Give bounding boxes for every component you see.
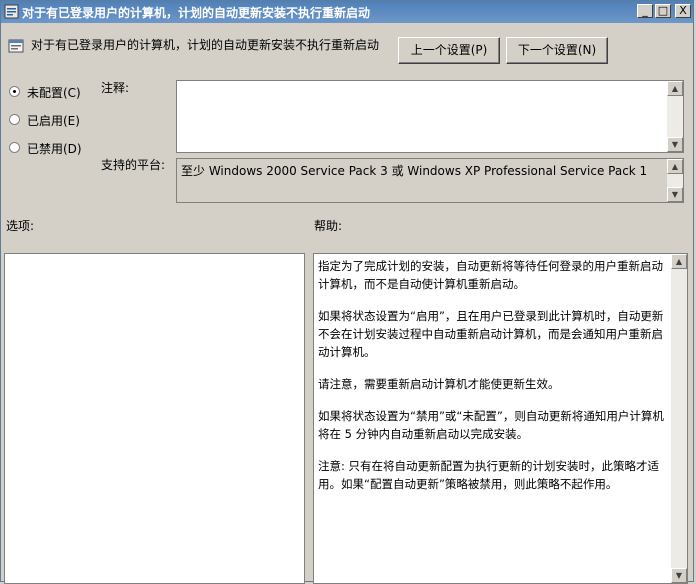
- scroll-up-icon[interactable]: ▲: [667, 159, 683, 174]
- radio-selected-icon[interactable]: [9, 86, 20, 97]
- help-paragraph: 注意: 只有在将自动更新配置为执行更新的计划安装时，此策略才适用。如果“配置自动…: [318, 459, 660, 491]
- options-panel: [4, 253, 305, 584]
- minimize-button[interactable]: _: [637, 4, 653, 18]
- radio-unselected-icon[interactable]: [9, 114, 20, 125]
- platform-label: 支持的平台:: [101, 158, 166, 172]
- scroll-up-icon[interactable]: ▲: [671, 254, 687, 269]
- radio-not-configured-label: 未配置(C): [27, 86, 81, 100]
- policy-setting-icon: [8, 39, 24, 53]
- maximize-button[interactable]: □: [655, 4, 671, 18]
- policy-name: 对于有已登录用户的计算机，计划的自动更新安装不执行重新启动: [31, 38, 380, 52]
- next-setting-button[interactable]: 下一个设置(N): [506, 37, 608, 64]
- previous-setting-button[interactable]: 上一个设置(P): [398, 37, 500, 64]
- help-paragraph: 请注意，需要重新启动计算机才能使更新生效。: [318, 377, 560, 391]
- policy-window: 对于有已登录用户的计算机，计划的自动更新安装不执行重新启动 _ □ X 对于有已…: [0, 0, 694, 584]
- window-title: 对于有已登录用户的计算机，计划的自动更新安装不执行重新启动: [22, 6, 371, 20]
- notes-input[interactable]: ▲ ▼: [176, 80, 684, 153]
- platform-scrollbar[interactable]: ▲ ▼: [667, 159, 683, 202]
- scroll-down-icon[interactable]: ▼: [667, 187, 683, 202]
- scroll-down-icon[interactable]: ▼: [667, 137, 683, 152]
- help-paragraph: 如果将状态设置为“禁用”或“未配置”，则自动更新将通知用户计算机将在 5 分钟内…: [318, 409, 664, 441]
- radio-disabled-label: 已禁用(D): [27, 142, 82, 156]
- platform-field: 至少 Windows 2000 Service Pack 3 或 Windows…: [176, 158, 684, 203]
- help-text: 指定为了完成计划的安装，自动更新将等待任何登录的用户重新启动计算机，而不是自动使…: [318, 257, 668, 507]
- help-scrollbar[interactable]: ▲ ▼: [671, 254, 687, 583]
- help-paragraph: 指定为了完成计划的安装，自动更新将等待任何登录的用户重新启动计算机，而不是自动使…: [318, 259, 663, 291]
- help-paragraph: 如果将状态设置为“启用”，且在用户已登录到此计算机时，自动更新不会在计划安装过程…: [318, 309, 664, 359]
- platform-value: 至少 Windows 2000 Service Pack 3 或 Windows…: [181, 164, 648, 178]
- scroll-up-icon[interactable]: ▲: [667, 81, 683, 96]
- notes-scrollbar[interactable]: ▲ ▼: [667, 81, 683, 152]
- help-label: 帮助:: [314, 219, 343, 233]
- options-label: 选项:: [6, 219, 35, 233]
- radio-enabled-label: 已启用(E): [27, 114, 80, 128]
- help-panel: 指定为了完成计划的安装，自动更新将等待任何登录的用户重新启动计算机，而不是自动使…: [313, 253, 688, 584]
- radio-unselected-icon[interactable]: [9, 142, 20, 153]
- notes-label: 注释:: [101, 81, 130, 95]
- title-bar[interactable]: 对于有已登录用户的计算机，计划的自动更新安装不执行重新启动 _ □ X: [1, 1, 693, 23]
- policy-window-icon: [4, 4, 19, 19]
- scroll-down-icon[interactable]: ▼: [671, 568, 687, 583]
- close-button[interactable]: X: [675, 4, 691, 18]
